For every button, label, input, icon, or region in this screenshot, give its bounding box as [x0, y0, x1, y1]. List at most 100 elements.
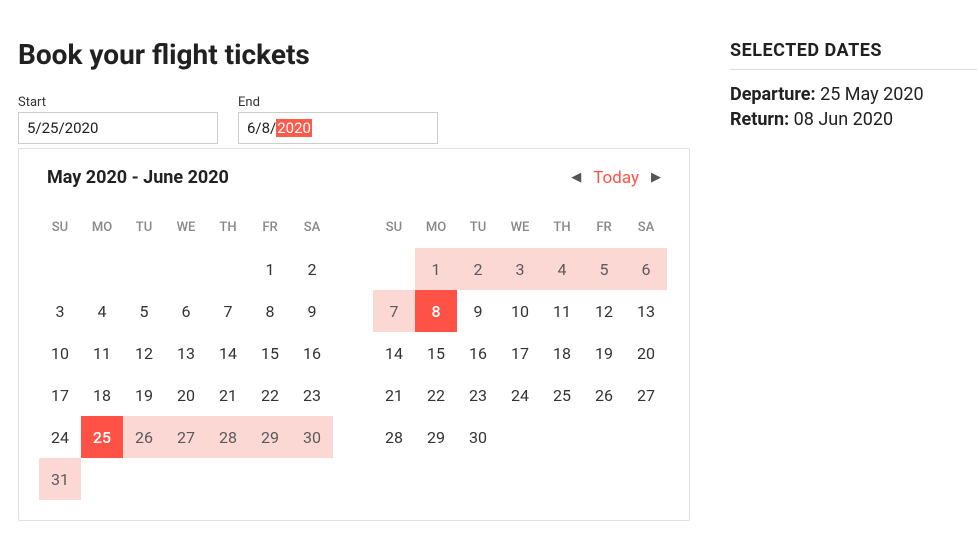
weekday-header: MO	[415, 206, 457, 248]
weekday-header: WE	[165, 206, 207, 248]
calendar-day[interactable]: 4	[541, 248, 583, 290]
calendar-day[interactable]: 2	[291, 248, 333, 290]
calendar-blank	[373, 248, 415, 290]
calendar-day[interactable]: 12	[583, 290, 625, 332]
weekday-header: SU	[373, 206, 415, 248]
calendar-day[interactable]: 21	[373, 374, 415, 416]
page-title: Book your flight tickets	[18, 38, 690, 71]
calendar-day[interactable]: 6	[625, 248, 667, 290]
calendar-day[interactable]: 7	[207, 290, 249, 332]
summary-title: SELECTED DATES	[730, 40, 977, 61]
start-label: Start	[18, 95, 218, 110]
calendar-day[interactable]: 22	[415, 374, 457, 416]
calendar-day[interactable]: 10	[39, 332, 81, 374]
calendar-day[interactable]: 16	[457, 332, 499, 374]
calendar-day[interactable]: 16	[291, 332, 333, 374]
calendar-day[interactable]: 5	[123, 290, 165, 332]
calendar-day[interactable]: 30	[291, 416, 333, 458]
weekday-header: TH	[207, 206, 249, 248]
calendar-day[interactable]: 13	[625, 290, 667, 332]
start-date-input[interactable]: 5/25/2020	[18, 112, 218, 144]
calendar-day[interactable]: 8	[249, 290, 291, 332]
calendar-day[interactable]: 15	[249, 332, 291, 374]
calendar-blank	[165, 248, 207, 290]
calendar-day[interactable]: 3	[499, 248, 541, 290]
calendar-day[interactable]: 31	[39, 458, 81, 500]
calendar-day[interactable]: 21	[207, 374, 249, 416]
calendar-day[interactable]: 14	[207, 332, 249, 374]
weekday-header: FR	[583, 206, 625, 248]
departure-value: 25 May 2020	[820, 84, 924, 105]
calendar-blank	[123, 248, 165, 290]
calendar-day[interactable]: 4	[81, 290, 123, 332]
calendar-day[interactable]: 11	[541, 290, 583, 332]
weekday-header: WE	[499, 206, 541, 248]
return-label: Return:	[730, 109, 789, 130]
calendar-blank	[207, 248, 249, 290]
weekday-header: MO	[81, 206, 123, 248]
calendar-day[interactable]: 19	[583, 332, 625, 374]
summary-divider	[730, 69, 977, 70]
calendar-day[interactable]: 26	[583, 374, 625, 416]
calendar-title: May 2020 - June 2020	[47, 167, 229, 188]
calendar-day[interactable]: 2	[457, 248, 499, 290]
departure-label: Departure:	[730, 84, 816, 105]
calendar-day[interactable]: 8	[415, 290, 457, 332]
calendar-day[interactable]: 20	[165, 374, 207, 416]
calendar-day[interactable]: 15	[415, 332, 457, 374]
calendar-day[interactable]: 9	[291, 290, 333, 332]
calendar-day[interactable]: 28	[373, 416, 415, 458]
calendar-day[interactable]: 29	[415, 416, 457, 458]
calendar-popup: May 2020 - June 2020 ◀ Today ▶ SUMOTUWET…	[18, 148, 690, 521]
calendar-day[interactable]: 22	[249, 374, 291, 416]
calendar-day[interactable]: 9	[457, 290, 499, 332]
calendar-day[interactable]: 7	[373, 290, 415, 332]
calendar-day[interactable]: 18	[81, 374, 123, 416]
calendar-day[interactable]: 14	[373, 332, 415, 374]
weekday-header: FR	[249, 206, 291, 248]
calendar-day[interactable]: 17	[39, 374, 81, 416]
today-button[interactable]: Today	[593, 168, 639, 188]
end-date-value-prefix: 6/8/	[247, 119, 276, 137]
calendar-day[interactable]: 17	[499, 332, 541, 374]
calendar-day[interactable]: 3	[39, 290, 81, 332]
calendar-day[interactable]: 30	[457, 416, 499, 458]
calendar-day[interactable]: 1	[415, 248, 457, 290]
calendar-day[interactable]: 24	[499, 374, 541, 416]
start-date-value: 5/25/2020	[27, 119, 98, 137]
end-label: End	[238, 95, 438, 110]
weekday-header: SA	[291, 206, 333, 248]
return-value: 08 Jun 2020	[794, 109, 893, 130]
calendar-blank	[81, 248, 123, 290]
prev-month-icon[interactable]: ◀	[571, 170, 581, 185]
calendar-day[interactable]: 19	[123, 374, 165, 416]
calendar-day[interactable]: 13	[165, 332, 207, 374]
calendar-day[interactable]: 5	[583, 248, 625, 290]
calendar-day[interactable]: 6	[165, 290, 207, 332]
calendar-day[interactable]: 25	[541, 374, 583, 416]
calendar-day[interactable]: 29	[249, 416, 291, 458]
calendar-day[interactable]: 24	[39, 416, 81, 458]
weekday-header: TU	[457, 206, 499, 248]
calendar-day[interactable]: 28	[207, 416, 249, 458]
weekday-header: TU	[123, 206, 165, 248]
calendar-day[interactable]: 23	[291, 374, 333, 416]
weekday-header: SA	[625, 206, 667, 248]
calendar-day[interactable]: 27	[165, 416, 207, 458]
calendar-day[interactable]: 25	[81, 416, 123, 458]
calendar-day[interactable]: 26	[123, 416, 165, 458]
calendar-day[interactable]: 12	[123, 332, 165, 374]
calendar-day[interactable]: 27	[625, 374, 667, 416]
calendar-day[interactable]: 1	[249, 248, 291, 290]
end-date-value-selection: 2020	[276, 119, 312, 137]
weekday-header: SU	[39, 206, 81, 248]
weekday-header: TH	[541, 206, 583, 248]
end-date-input[interactable]: 6/8/2020	[238, 112, 438, 144]
calendar-day[interactable]: 18	[541, 332, 583, 374]
calendar-blank	[39, 248, 81, 290]
calendar-day[interactable]: 10	[499, 290, 541, 332]
calendar-day[interactable]: 11	[81, 332, 123, 374]
calendar-day[interactable]: 20	[625, 332, 667, 374]
calendar-day[interactable]: 23	[457, 374, 499, 416]
next-month-icon[interactable]: ▶	[651, 170, 661, 185]
